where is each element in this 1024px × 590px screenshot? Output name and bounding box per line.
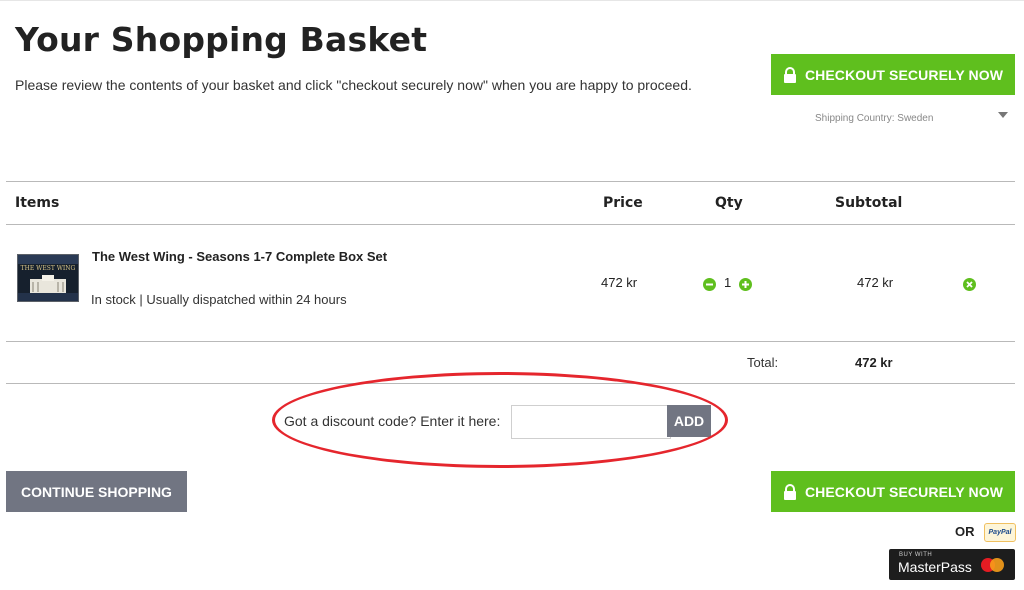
header-subtotal: Subtotal [835,195,903,211]
table-top-rule [6,181,1015,182]
decrease-qty-button[interactable] [703,278,716,291]
plus-icon [742,281,749,288]
page-subtitle: Please review the contents of your baske… [15,77,692,93]
minus-icon [706,283,713,286]
header-items: Items [15,195,60,211]
header-price: Price [603,195,643,211]
lock-icon [783,483,796,500]
total-value: 472 kr [855,355,893,370]
lock-icon [783,66,796,83]
or-label: OR [955,524,975,539]
checkout-label: CHECKOUT SECURELY NOW [804,483,1004,500]
highlight-ellipse [272,372,728,468]
masterpass-label: MasterPass [898,559,972,575]
top-border [0,0,1024,1]
checkout-label: CHECKOUT SECURELY NOW [804,66,1004,83]
close-icon [966,281,973,288]
header-rule [6,224,1015,225]
increase-qty-button[interactable] [739,278,752,291]
paypal-button[interactable]: PayPal [984,523,1016,542]
item-price: 472 kr [601,275,638,290]
stock-status: In stock | Usually dispatched within 24 … [91,292,347,307]
remove-item-button[interactable] [963,278,976,291]
continue-shopping-button[interactable]: CONTINUE SHOPPING [6,471,187,512]
checkout-button-bottom[interactable]: CHECKOUT SECURELY NOW [771,471,1015,512]
product-name-link[interactable]: The West Wing - Seasons 1-7 Complete Box… [92,249,387,264]
total-label: Total: [747,355,779,370]
product-thumbnail[interactable]: THE WEST WING [17,254,79,302]
shipping-country-select[interactable]: Shipping Country: Sweden [815,113,933,124]
header-qty: Qty [715,195,743,211]
row-rule [6,341,1015,342]
item-subtotal: 472 kr [857,275,894,290]
chevron-down-icon[interactable] [998,112,1008,118]
masterpass-caption: BUY WITH [899,552,933,558]
masterpass-button[interactable]: BUY WITH MasterPass [889,549,1015,580]
qty-value: 1 [724,275,732,290]
mastercard-logo-icon [990,558,1004,572]
checkout-button-top[interactable]: CHECKOUT SECURELY NOW [771,54,1015,95]
page-title: Your Shopping Basket [15,20,428,59]
svg-text:THE WEST WING: THE WEST WING [21,265,76,272]
